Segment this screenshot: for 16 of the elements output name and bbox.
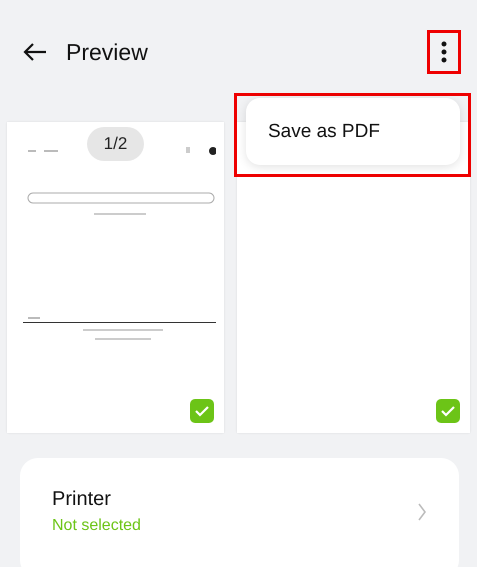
check-icon: [194, 405, 210, 417]
more-menu-button[interactable]: [427, 30, 461, 74]
menu-item[interactable]: Save as PDF: [246, 120, 460, 142]
printer-card[interactable]: Printer Not selected: [20, 458, 459, 567]
checkbox[interactable]: [436, 399, 460, 423]
more-icon: [441, 41, 447, 63]
screen-title: Preview: [66, 38, 149, 66]
printer-label: Printer: [52, 488, 112, 511]
back-button[interactable]: [22, 42, 48, 62]
page-indicator: 1/2: [87, 127, 144, 161]
checkbox[interactable]: [190, 399, 214, 423]
chevron-right-icon: [417, 502, 427, 522]
page-preview[interactable]: 1/2: [7, 122, 224, 433]
check-icon: [440, 405, 456, 417]
back-arrow-icon: [22, 42, 48, 62]
printer-status: Not selected: [52, 517, 142, 535]
